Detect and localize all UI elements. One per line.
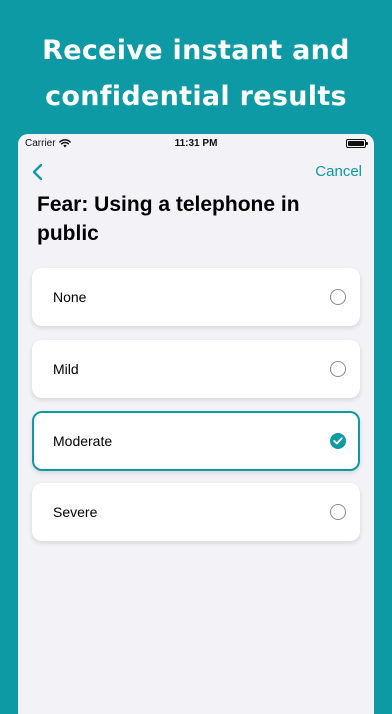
- chevron-left-icon: [32, 163, 42, 181]
- checkmark-icon[interactable]: [330, 433, 346, 449]
- promo-headline: Receive instant and confidential results: [0, 28, 392, 120]
- answer-options: None Mild Moderate Severe: [32, 268, 360, 555]
- option-label: Severe: [53, 504, 98, 520]
- phone-screen: Carrier 11:31 PM Cancel Fear: Using a te…: [18, 134, 374, 714]
- back-button[interactable]: [28, 160, 46, 184]
- status-time: 11:31 PM: [174, 138, 218, 149]
- radio-unchecked-icon[interactable]: [330, 504, 346, 520]
- option-label: Moderate: [53, 433, 113, 449]
- option-label: Mild: [53, 361, 79, 377]
- radio-unchecked-icon[interactable]: [330, 361, 346, 377]
- status-bar: Carrier 11:31 PM: [18, 134, 374, 154]
- option-none[interactable]: None: [32, 268, 360, 326]
- battery-icon: [346, 139, 368, 148]
- option-moderate[interactable]: Moderate: [32, 411, 360, 471]
- promo-line-2: confidential results: [45, 81, 347, 112]
- question-title: Fear: Using a telephone in public: [37, 193, 300, 245]
- option-label: None: [53, 289, 87, 305]
- option-severe[interactable]: Severe: [32, 483, 360, 541]
- option-mild[interactable]: Mild: [32, 340, 360, 398]
- radio-unchecked-icon[interactable]: [330, 289, 346, 305]
- promo-line-1: Receive instant and: [42, 35, 350, 66]
- cancel-button[interactable]: Cancel: [315, 163, 362, 180]
